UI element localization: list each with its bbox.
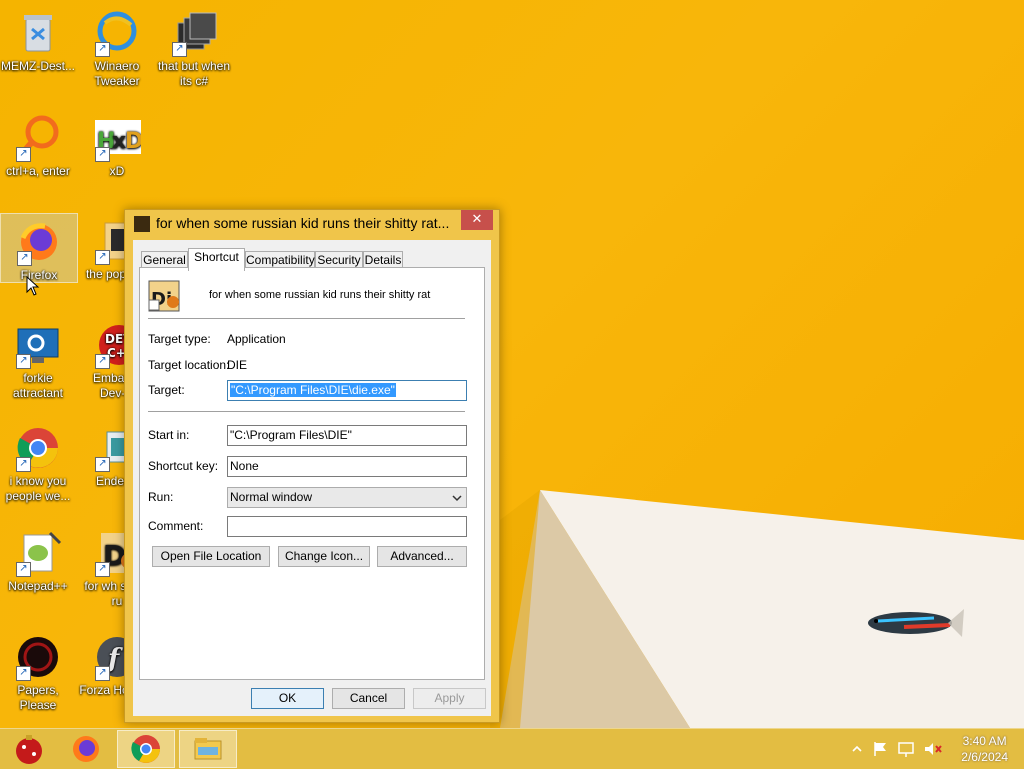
desktop-icon-notepadpp[interactable]: ↗ Notepad++ xyxy=(0,525,76,594)
taskbar-clock[interactable]: 3:40 AM 2/6/2024 xyxy=(961,733,1008,765)
papers-please-icon: ↗ xyxy=(14,633,62,681)
ok-button[interactable]: OK xyxy=(251,688,324,709)
shortcut-arrow-icon: ↗ xyxy=(95,354,110,369)
clock-date: 2/6/2024 xyxy=(961,750,1008,764)
run-label: Run: xyxy=(148,490,174,504)
notepadpp-icon: ↗ xyxy=(14,529,62,577)
desktop-icon-label: Papers, Please xyxy=(17,683,59,712)
monitor-gear-icon: ↗ xyxy=(14,321,62,369)
recycle-bin-icon xyxy=(14,9,62,57)
target-field[interactable]: "C:\Program Files\DIE\die.exe" xyxy=(227,380,467,401)
shortcut-arrow-icon: ↗ xyxy=(16,147,31,162)
desktop-icon-xd[interactable]: HxD ↗ xD xyxy=(79,110,155,179)
divider xyxy=(148,411,465,412)
target-type-value: Application xyxy=(227,332,286,346)
desktop-icon-that-but-when[interactable]: ↗ that but when its c# xyxy=(156,5,232,89)
chrome-icon xyxy=(131,735,160,763)
desktop-icon-label: forkie attractant xyxy=(12,371,64,400)
target-type-label: Target type: xyxy=(148,332,211,346)
desktop-icon-i-know-you[interactable]: ↗ i know you people we... xyxy=(0,420,76,504)
action-center-flag-icon[interactable] xyxy=(870,740,892,758)
desktop-icon-label: ctrl+a, enter xyxy=(6,164,70,178)
fish-icon xyxy=(868,609,964,637)
change-icon-button[interactable]: Change Icon... xyxy=(278,546,370,567)
desktop-icon-ctrl-a-enter[interactable]: ↗ ctrl+a, enter xyxy=(0,110,76,179)
comment-label: Comment: xyxy=(148,519,204,533)
target-location-value: DIE xyxy=(227,358,248,372)
shortcut-arrow-icon: ↗ xyxy=(16,457,31,472)
taskbar-start-ornament[interactable] xyxy=(0,730,58,768)
chrome-icon: ↗ xyxy=(14,424,62,472)
comment-field[interactable] xyxy=(227,516,467,537)
shortcut-arrow-icon: ↗ xyxy=(16,354,31,369)
target-label: Target: xyxy=(148,383,185,397)
target-field-text: "C:\Program Files\DIE\die.exe" xyxy=(230,383,396,397)
shortcut-name: for when some russian kid runs their shi… xyxy=(209,289,431,301)
shortcut-arrow-icon: ↗ xyxy=(172,42,187,57)
shortcut-arrow-icon: ↗ xyxy=(95,457,110,472)
hxd-icon: HxD ↗ xyxy=(93,114,143,162)
desktop-icon-firefox[interactable]: ↗ Firefox xyxy=(0,213,78,283)
shortcut-key-field[interactable]: None xyxy=(227,456,467,477)
tab-shortcut[interactable]: Shortcut xyxy=(188,248,245,271)
shortcut-arrow-icon: ↗ xyxy=(95,666,110,681)
shortcut-arrow-icon: ↗ xyxy=(17,251,32,266)
dialog-client-area: General Shortcut Compatibility Security … xyxy=(133,240,491,716)
taskbar-firefox[interactable] xyxy=(57,730,115,768)
shortcut-arrow-icon: ↗ xyxy=(16,562,31,577)
chevron-down-icon xyxy=(452,495,462,502)
dialog-title: for when some russian kid runs their shi… xyxy=(156,215,450,231)
desktop-icon-memz[interactable]: MEMZ-Dest... xyxy=(0,5,76,74)
shortcut-arrow-icon: ↗ xyxy=(95,147,110,162)
desktop-icon-label: MEMZ-Dest... xyxy=(1,59,75,73)
volume-muted-icon[interactable] xyxy=(922,740,944,758)
target-location-label: Target location: xyxy=(148,358,230,372)
desktop-icon-label: xD xyxy=(109,164,125,178)
taskbar-file-explorer[interactable] xyxy=(179,730,237,768)
run-select[interactable]: Normal window xyxy=(227,487,467,508)
apply-button[interactable]: Apply xyxy=(413,688,486,709)
file-explorer-icon xyxy=(194,738,222,760)
shortcut-arrow-icon: ↗ xyxy=(16,666,31,681)
stack-icon: ↗ xyxy=(170,9,218,57)
firefox-icon xyxy=(73,736,99,762)
start-ornament-icon xyxy=(16,735,42,764)
run-select-value: Normal window xyxy=(230,490,313,504)
firefox-icon: ↗ xyxy=(15,218,63,266)
desktop-icon-forkie[interactable]: ↗ forkie attractant xyxy=(0,317,76,401)
mouse-cursor-icon xyxy=(26,276,40,296)
clock-time: 3:40 AM xyxy=(962,734,1007,748)
close-button[interactable]: ✕ xyxy=(461,210,493,230)
shortcut-arrow-icon: ↗ xyxy=(95,42,110,57)
shortcut-properties-dialog: for when some russian kid runs their shi… xyxy=(124,209,500,723)
advanced-button[interactable]: Advanced... xyxy=(377,546,467,567)
show-hidden-icons-icon[interactable] xyxy=(850,742,864,756)
desktop-icon-label: that but when its c# xyxy=(157,59,231,88)
network-icon[interactable] xyxy=(896,740,918,758)
shortcut-arrow-icon: ↗ xyxy=(95,562,110,577)
divider xyxy=(148,318,465,319)
desktop-icon-label: Notepad++ xyxy=(8,579,68,593)
die-app-icon xyxy=(134,216,150,232)
die-shortcut-icon: Di xyxy=(148,280,180,312)
desktop-icon-winaero[interactable]: ↗ Winaero Tweaker xyxy=(79,5,155,89)
desktop-icon-label: Winaero Tweaker xyxy=(94,59,140,88)
winaero-icon: ↗ xyxy=(93,9,141,57)
magnifier-icon: ↗ xyxy=(14,114,62,162)
cancel-button[interactable]: Cancel xyxy=(332,688,405,709)
taskbar: 3:40 AM 2/6/2024 xyxy=(0,728,1024,769)
dialog-titlebar[interactable]: for when some russian kid runs their shi… xyxy=(125,210,499,238)
desktop-icon-papers-please[interactable]: ↗ Papers, Please xyxy=(0,629,76,713)
shortcut-arrow-icon: ↗ xyxy=(95,250,110,265)
open-file-location-button[interactable]: Open File Location xyxy=(152,546,270,567)
desktop-icon-label: i know you people we... xyxy=(5,474,71,503)
shortcut-key-label: Shortcut key: xyxy=(148,459,219,473)
start-in-label: Start in: xyxy=(148,428,190,442)
svg-text:D: D xyxy=(125,129,141,154)
start-in-field[interactable]: "C:\Program Files\DIE" xyxy=(227,425,467,446)
taskbar-chrome[interactable] xyxy=(117,730,175,768)
system-tray xyxy=(850,729,944,769)
shortcut-tab-panel: Di for when some russian kid runs their … xyxy=(139,267,485,680)
